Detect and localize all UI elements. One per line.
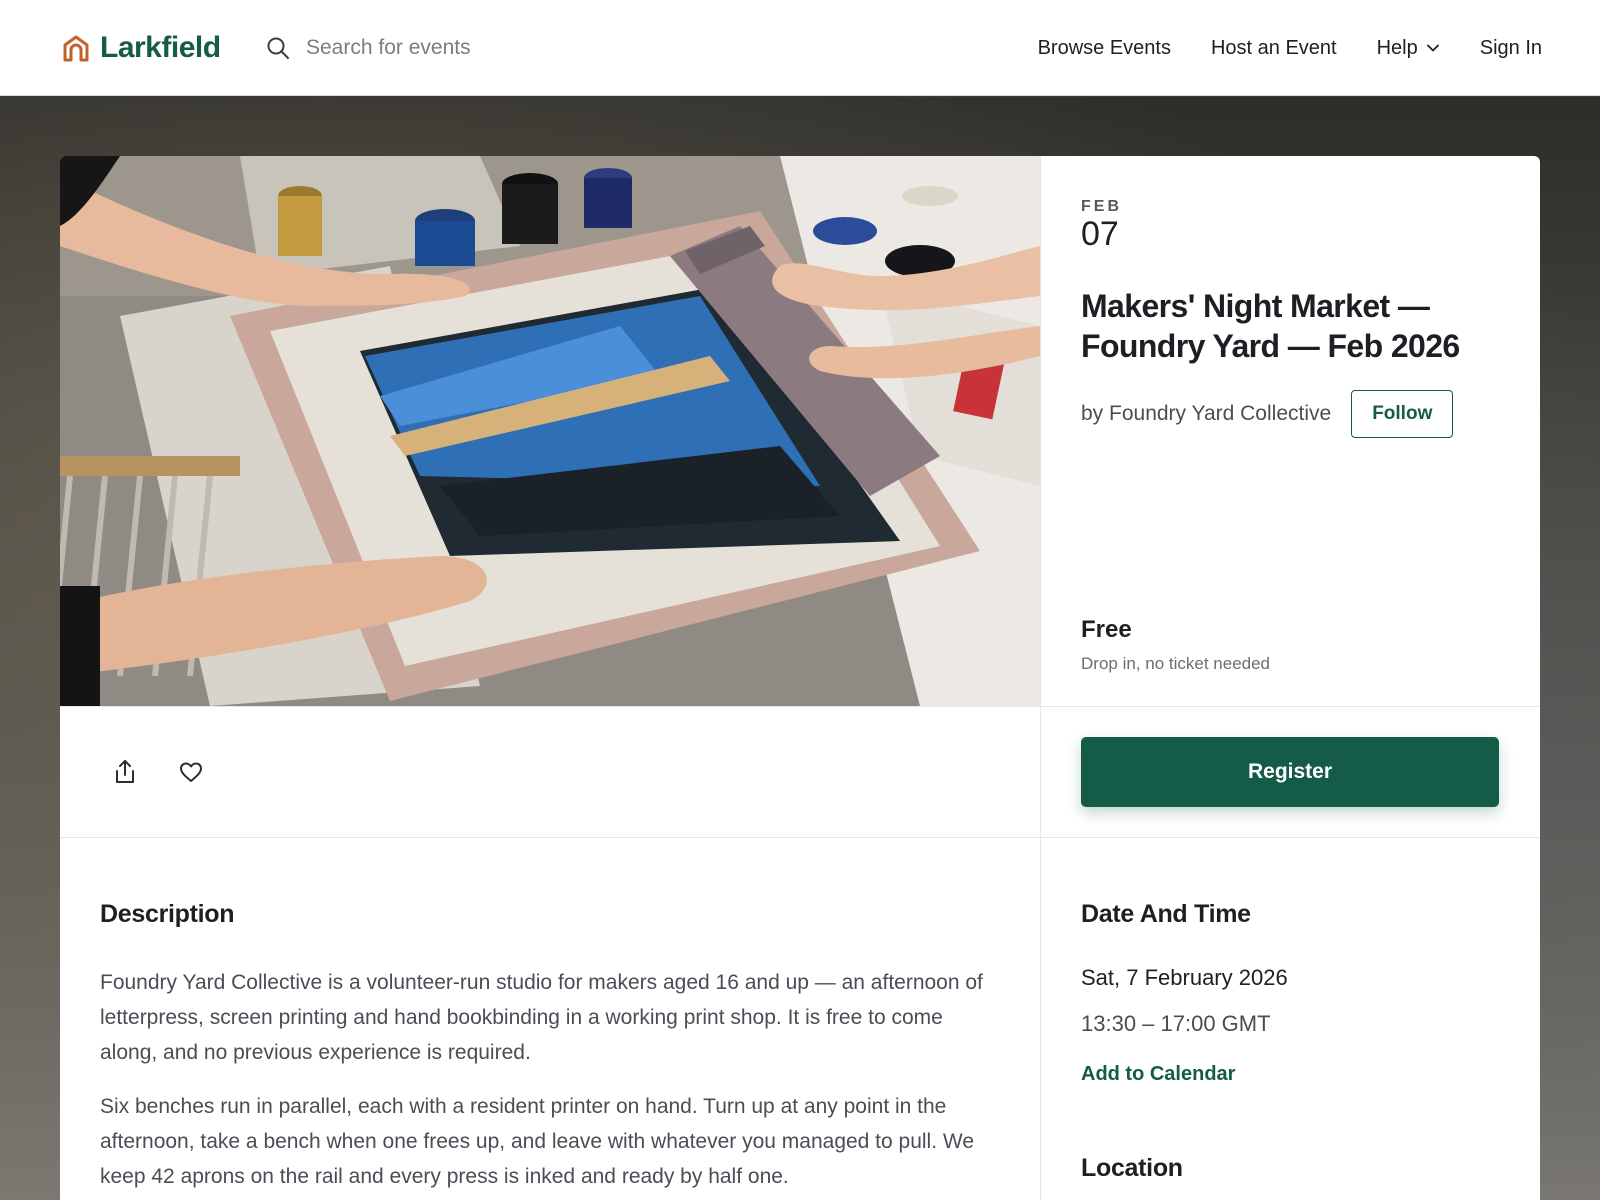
- organizer-name[interactable]: by Foundry Yard Collective: [1081, 402, 1331, 426]
- main-nav: Browse Events Host an Event Help Sign In: [1038, 0, 1542, 96]
- description-paragraph: Foundry Yard Collective is a volunteer-r…: [100, 971, 983, 1064]
- description-heading: Description: [100, 900, 235, 928]
- event-date: Sat, 7 February 2026: [1081, 965, 1288, 990]
- event-price-note: Drop in, no ticket needed: [1081, 654, 1271, 673]
- nav-help-dropdown[interactable]: Help: [1377, 37, 1440, 60]
- search-bar[interactable]: [266, 26, 686, 70]
- date-time-heading: Date And Time: [1081, 900, 1251, 928]
- event-hero-image: [60, 156, 1040, 706]
- house-arch-icon: [63, 35, 89, 62]
- nav-browse-events[interactable]: Browse Events: [1038, 37, 1171, 60]
- description-paragraph: Six benches run in parallel, each with a…: [100, 1095, 975, 1188]
- event-card: FEB 07 Makers' Night Market — Foundry Ya…: [60, 156, 1540, 1200]
- brand-name: Larkfield: [100, 31, 221, 64]
- chevron-down-icon: [1426, 44, 1439, 52]
- event-details-sidebar: Date And Time Sat, 7 February 2026 13:30…: [1081, 838, 1521, 1183]
- event-summary-panel: FEB 07 Makers' Night Market — Foundry Ya…: [1040, 156, 1540, 706]
- nav-sign-in[interactable]: Sign In: [1480, 37, 1542, 60]
- event-time: 13:30 – 17:00 GMT: [1081, 1011, 1271, 1036]
- share-icon: [116, 760, 134, 783]
- description-section: Description Foundry Yard Collective is a…: [100, 838, 1000, 1194]
- search-input[interactable]: [306, 36, 666, 60]
- follow-button[interactable]: Follow: [1351, 390, 1454, 438]
- column-divider: [1040, 156, 1041, 1200]
- register-area: Register: [1040, 707, 1540, 837]
- event-actions: [60, 707, 1040, 837]
- organizer-row: by Foundry Yard Collective Follow: [1081, 390, 1500, 438]
- heart-icon: [180, 762, 202, 782]
- event-date-day: 07: [1081, 215, 1119, 253]
- brand-logo[interactable]: Larkfield: [62, 28, 221, 68]
- event-date-month: FEB: [1081, 198, 1122, 215]
- share-button[interactable]: [110, 757, 140, 787]
- event-title: Makers' Night Market — Foundry Yard — Fe…: [1081, 288, 1460, 364]
- top-navigation-bar: Larkfield Browse Events Host an Event He…: [0, 0, 1600, 96]
- nav-help-label: Help: [1376, 36, 1418, 59]
- add-to-calendar-link[interactable]: Add to Calendar: [1081, 1063, 1235, 1086]
- search-icon: [267, 37, 289, 59]
- event-price: Free: [1081, 616, 1132, 643]
- like-button[interactable]: [176, 757, 206, 787]
- location-heading: Location: [1081, 1154, 1183, 1182]
- register-button[interactable]: Register: [1081, 737, 1499, 807]
- nav-host-event[interactable]: Host an Event: [1211, 37, 1337, 60]
